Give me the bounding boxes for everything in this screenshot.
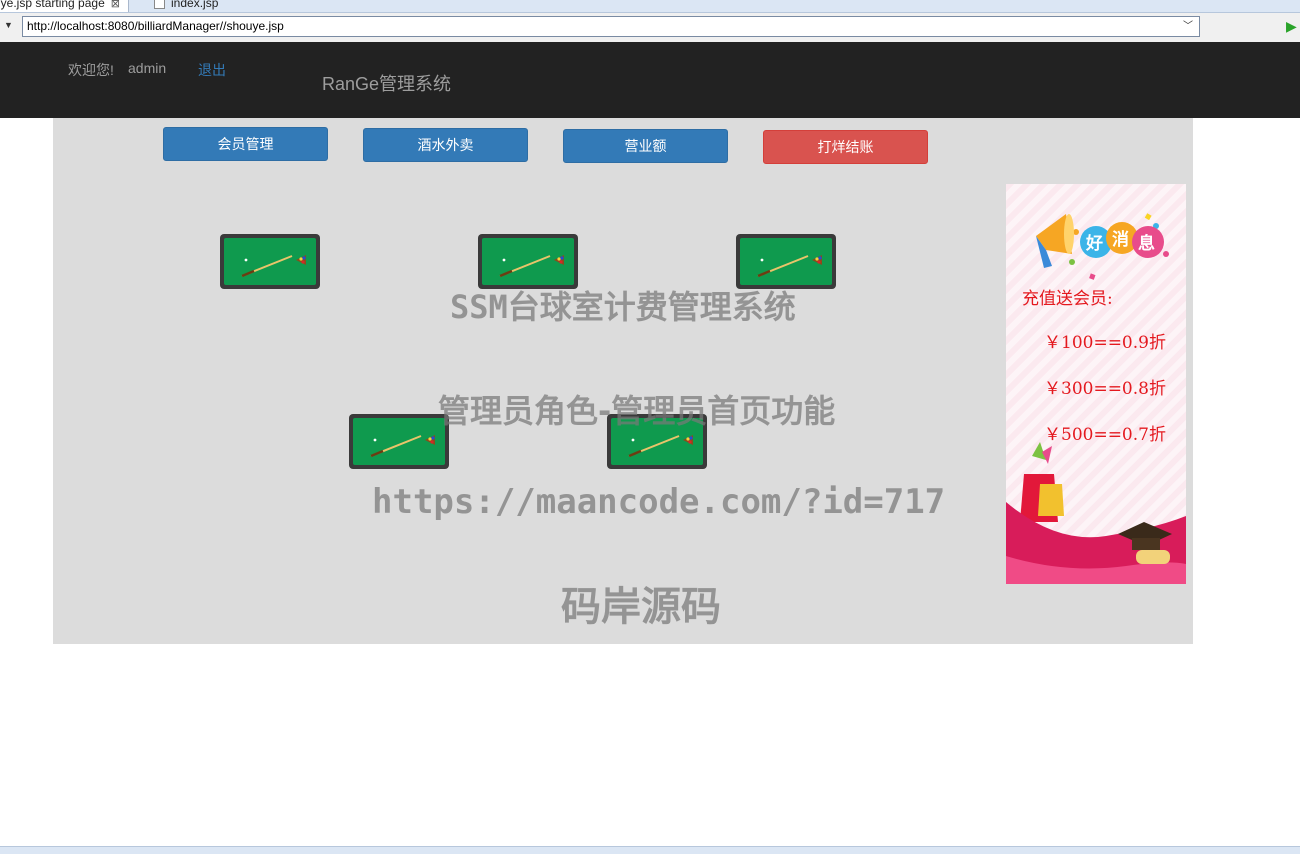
- watermark-brand: 码岸源码: [561, 584, 721, 630]
- member-management-button[interactable]: 会员管理: [163, 127, 328, 161]
- pool-table-felt: [740, 238, 832, 285]
- promo-offer-1: ￥100==0.9折: [1044, 333, 1166, 353]
- pool-table-1[interactable]: [220, 234, 320, 289]
- pool-table-3[interactable]: [736, 234, 836, 289]
- badge-char-1: 好: [1086, 234, 1103, 254]
- pool-table-felt: [353, 418, 445, 465]
- address-bar[interactable]: http://localhost:8080/billiardManager//s…: [22, 16, 1200, 37]
- cue-and-balls-icon: [499, 255, 564, 278]
- brand-title: RanGe管理系统: [322, 74, 452, 94]
- top-navbar: 欢迎您! admin 退出 RanGe管理系统: [0, 42, 1300, 118]
- welcome-text: 欢迎您!: [68, 62, 114, 78]
- pool-table-felt: [224, 238, 316, 285]
- file-icon: [154, 0, 165, 9]
- badge-char-3: 息: [1138, 234, 1155, 254]
- watermark-title: SSM台球室计费管理系统: [450, 288, 796, 326]
- tab-index-jsp[interactable]: index.jsp: [152, 0, 218, 12]
- watermark-url: https://maancode.com/?id=717: [372, 482, 946, 522]
- close-checkout-button[interactable]: 打烊结账: [763, 130, 928, 164]
- back-dropdown-icon[interactable]: ▼: [4, 20, 13, 30]
- logout-link[interactable]: 退出: [198, 60, 226, 80]
- gift-bag-icon: [1020, 442, 1064, 522]
- chevron-down-icon[interactable]: ﹀: [1183, 17, 1193, 36]
- tab-starting-page[interactable]: uye.jsp starting page ⊠: [0, 0, 129, 12]
- cue-and-balls-icon: [757, 255, 822, 278]
- tab-label: index.jsp: [171, 0, 219, 10]
- cue-and-balls-icon: [370, 435, 435, 458]
- badge-char-2: 消: [1112, 230, 1129, 250]
- username: admin: [128, 60, 167, 76]
- pool-table-2[interactable]: [478, 234, 578, 289]
- promo-offer-2: ￥300==0.8折: [1044, 379, 1166, 399]
- url-text: http://localhost:8080/billiardManager//s…: [27, 19, 284, 33]
- promo-banner: 好 消 息 充值送会员: ￥100==0.9折 ￥300==0.8折 ￥500=…: [1006, 184, 1186, 584]
- megaphone-icon: [1036, 214, 1074, 268]
- cue-and-balls-icon: [241, 255, 306, 278]
- go-icon[interactable]: ▶: [1286, 18, 1297, 35]
- drinks-takeout-button[interactable]: 酒水外卖: [363, 128, 528, 162]
- watermark-subtitle: 管理员角色-管理员首页功能: [438, 392, 836, 430]
- pool-table-4[interactable]: [349, 414, 449, 469]
- promo-offer-3: ￥500==0.7折: [1044, 425, 1166, 445]
- promo-lead: 充值送会员:: [1022, 289, 1113, 309]
- editor-tab-strip: uye.jsp starting page ⊠ index.jsp: [0, 0, 1300, 13]
- tab-label: uye.jsp starting page: [0, 0, 105, 10]
- pool-table-felt: [482, 238, 574, 285]
- browser-toolbar: ▼ http://localhost:8080/billiardManager/…: [0, 13, 1300, 42]
- revenue-button[interactable]: 营业额: [563, 129, 728, 163]
- close-icon[interactable]: ⊠: [111, 0, 120, 10]
